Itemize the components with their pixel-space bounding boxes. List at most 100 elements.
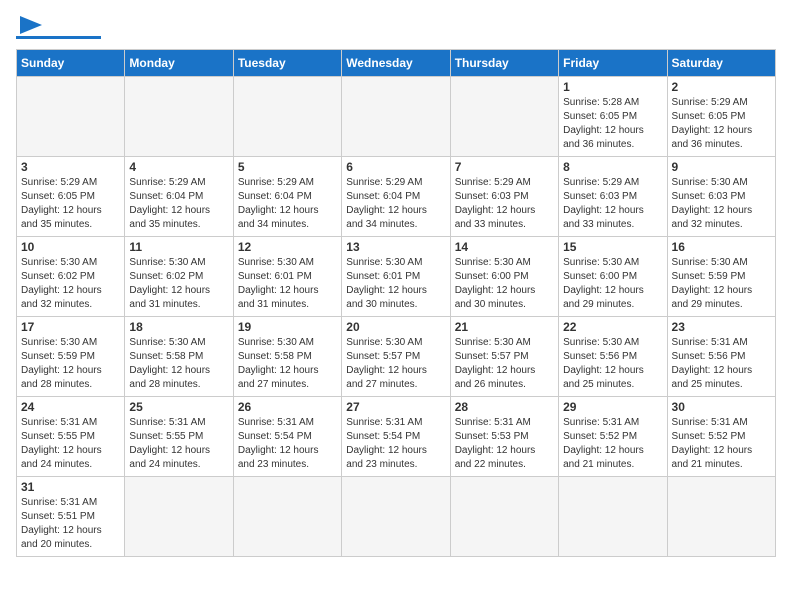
day-info: Sunrise: 5:30 AM Sunset: 6:03 PM Dayligh… xyxy=(672,176,771,232)
calendar-cell: 28 Sunrise: 5:31 AM Sunset: 5:53 PM Dayli… xyxy=(450,397,558,477)
day-info: Sunrise: 5:30 AM Sunset: 5:57 PM Dayligh… xyxy=(346,336,445,392)
day-number: 27 xyxy=(346,400,445,414)
day-number: 21 xyxy=(455,320,554,334)
day-number: 30 xyxy=(672,400,771,414)
calendar-cell: 12 Sunrise: 5:30 AM Sunset: 6:01 PM Dayli… xyxy=(233,237,341,317)
logo-icon xyxy=(20,16,42,34)
day-number: 19 xyxy=(238,320,337,334)
logo-underline xyxy=(16,36,101,39)
day-number: 23 xyxy=(672,320,771,334)
day-number: 13 xyxy=(346,240,445,254)
day-number: 29 xyxy=(563,400,662,414)
calendar-cell: 1 Sunrise: 5:28 AM Sunset: 6:05 PM Daylig… xyxy=(559,77,667,157)
calendar-cell xyxy=(125,77,233,157)
day-info: Sunrise: 5:31 AM Sunset: 5:55 PM Dayligh… xyxy=(21,416,120,472)
day-info: Sunrise: 5:30 AM Sunset: 5:59 PM Dayligh… xyxy=(672,256,771,312)
calendar-cell: 4 Sunrise: 5:29 AM Sunset: 6:04 PM Daylig… xyxy=(125,157,233,237)
weekday-header-wednesday: Wednesday xyxy=(342,50,450,77)
day-number: 22 xyxy=(563,320,662,334)
day-info: Sunrise: 5:30 AM Sunset: 5:58 PM Dayligh… xyxy=(129,336,228,392)
calendar-cell xyxy=(559,477,667,557)
day-info: Sunrise: 5:29 AM Sunset: 6:05 PM Dayligh… xyxy=(21,176,120,232)
calendar-cell: 7 Sunrise: 5:29 AM Sunset: 6:03 PM Daylig… xyxy=(450,157,558,237)
calendar-cell: 17 Sunrise: 5:30 AM Sunset: 5:59 PM Dayli… xyxy=(17,317,125,397)
calendar-cell xyxy=(342,77,450,157)
day-number: 17 xyxy=(21,320,120,334)
day-number: 10 xyxy=(21,240,120,254)
weekday-header-saturday: Saturday xyxy=(667,50,775,77)
calendar-cell xyxy=(342,477,450,557)
calendar-cell: 5Sunrise: 5:29 AM Sunset: 6:04 PM Daylig… xyxy=(233,157,341,237)
week-row-0: 1 Sunrise: 5:28 AM Sunset: 6:05 PM Daylig… xyxy=(17,77,776,157)
calendar: SundayMondayTuesdayWednesdayThursdayFrid… xyxy=(16,49,776,557)
day-info: Sunrise: 5:30 AM Sunset: 5:59 PM Dayligh… xyxy=(21,336,120,392)
calendar-cell: 26Sunrise: 5:31 AM Sunset: 5:54 PM Dayli… xyxy=(233,397,341,477)
day-info: Sunrise: 5:30 AM Sunset: 5:58 PM Dayligh… xyxy=(238,336,337,392)
day-info: Sunrise: 5:30 AM Sunset: 6:01 PM Dayligh… xyxy=(238,256,337,312)
day-info: Sunrise: 5:30 AM Sunset: 6:01 PM Dayligh… xyxy=(346,256,445,312)
day-info: Sunrise: 5:29 AM Sunset: 6:03 PM Dayligh… xyxy=(455,176,554,232)
day-number: 20 xyxy=(346,320,445,334)
day-number: 24 xyxy=(21,400,120,414)
logo xyxy=(16,16,101,39)
calendar-cell xyxy=(233,77,341,157)
calendar-cell: 20 Sunrise: 5:30 AM Sunset: 5:57 PM Dayli… xyxy=(342,317,450,397)
calendar-cell: 2Sunrise: 5:29 AM Sunset: 6:05 PM Daylig… xyxy=(667,77,775,157)
weekday-header-tuesday: Tuesday xyxy=(233,50,341,77)
day-number: 7 xyxy=(455,160,554,174)
day-info: Sunrise: 5:31 AM Sunset: 5:53 PM Dayligh… xyxy=(455,416,554,472)
calendar-cell: 24 Sunrise: 5:31 AM Sunset: 5:55 PM Dayli… xyxy=(17,397,125,477)
weekday-header-row: SundayMondayTuesdayWednesdayThursdayFrid… xyxy=(17,50,776,77)
day-number: 1 xyxy=(563,80,662,94)
day-number: 9 xyxy=(672,160,771,174)
calendar-cell xyxy=(667,477,775,557)
week-row-5: 31 Sunrise: 5:31 AM Sunset: 5:51 PM Dayli… xyxy=(17,477,776,557)
day-info: Sunrise: 5:30 AM Sunset: 5:56 PM Dayligh… xyxy=(563,336,662,392)
calendar-cell: 9 Sunrise: 5:30 AM Sunset: 6:03 PM Daylig… xyxy=(667,157,775,237)
week-row-2: 10 Sunrise: 5:30 AM Sunset: 6:02 PM Dayli… xyxy=(17,237,776,317)
day-info: Sunrise: 5:29 AM Sunset: 6:04 PM Dayligh… xyxy=(129,176,228,232)
day-number: 3 xyxy=(21,160,120,174)
calendar-cell: 29Sunrise: 5:31 AM Sunset: 5:52 PM Dayli… xyxy=(559,397,667,477)
day-number: 12 xyxy=(238,240,337,254)
week-row-3: 17 Sunrise: 5:30 AM Sunset: 5:59 PM Dayli… xyxy=(17,317,776,397)
calendar-cell: 22 Sunrise: 5:30 AM Sunset: 5:56 PM Dayli… xyxy=(559,317,667,397)
calendar-cell: 10Sunrise: 5:30 AM Sunset: 6:02 PM Dayli… xyxy=(17,237,125,317)
day-number: 4 xyxy=(129,160,228,174)
day-info: Sunrise: 5:29 AM Sunset: 6:05 PM Dayligh… xyxy=(672,96,771,152)
calendar-cell xyxy=(17,77,125,157)
weekday-header-sunday: Sunday xyxy=(17,50,125,77)
weekday-header-monday: Monday xyxy=(125,50,233,77)
week-row-1: 3 Sunrise: 5:29 AM Sunset: 6:05 PM Daylig… xyxy=(17,157,776,237)
day-number: 18 xyxy=(129,320,228,334)
calendar-cell xyxy=(450,77,558,157)
day-number: 5 xyxy=(238,160,337,174)
calendar-cell: 11Sunrise: 5:30 AM Sunset: 6:02 PM Dayli… xyxy=(125,237,233,317)
day-info: Sunrise: 5:30 AM Sunset: 6:02 PM Dayligh… xyxy=(129,256,228,312)
calendar-cell: 6Sunrise: 5:29 AM Sunset: 6:04 PM Daylig… xyxy=(342,157,450,237)
day-info: Sunrise: 5:31 AM Sunset: 5:56 PM Dayligh… xyxy=(672,336,771,392)
calendar-cell xyxy=(233,477,341,557)
page-header xyxy=(16,16,776,39)
day-info: Sunrise: 5:29 AM Sunset: 6:03 PM Dayligh… xyxy=(563,176,662,232)
calendar-cell: 8Sunrise: 5:29 AM Sunset: 6:03 PM Daylig… xyxy=(559,157,667,237)
day-info: Sunrise: 5:28 AM Sunset: 6:05 PM Dayligh… xyxy=(563,96,662,152)
day-number: 26 xyxy=(238,400,337,414)
calendar-cell: 19 Sunrise: 5:30 AM Sunset: 5:58 PM Dayli… xyxy=(233,317,341,397)
day-number: 28 xyxy=(455,400,554,414)
calendar-cell: 31 Sunrise: 5:31 AM Sunset: 5:51 PM Dayli… xyxy=(17,477,125,557)
calendar-cell xyxy=(450,477,558,557)
day-number: 31 xyxy=(21,480,120,494)
calendar-cell: 13 Sunrise: 5:30 AM Sunset: 6:01 PM Dayli… xyxy=(342,237,450,317)
day-number: 25 xyxy=(129,400,228,414)
day-info: Sunrise: 5:31 AM Sunset: 5:51 PM Dayligh… xyxy=(21,496,120,552)
weekday-header-thursday: Thursday xyxy=(450,50,558,77)
day-info: Sunrise: 5:30 AM Sunset: 6:00 PM Dayligh… xyxy=(455,256,554,312)
week-row-4: 24 Sunrise: 5:31 AM Sunset: 5:55 PM Dayli… xyxy=(17,397,776,477)
day-number: 14 xyxy=(455,240,554,254)
calendar-cell: 27Sunrise: 5:31 AM Sunset: 5:54 PM Dayli… xyxy=(342,397,450,477)
day-info: Sunrise: 5:30 AM Sunset: 5:57 PM Dayligh… xyxy=(455,336,554,392)
day-info: Sunrise: 5:31 AM Sunset: 5:55 PM Dayligh… xyxy=(129,416,228,472)
calendar-cell: 18 Sunrise: 5:30 AM Sunset: 5:58 PM Dayli… xyxy=(125,317,233,397)
calendar-cell: 25 Sunrise: 5:31 AM Sunset: 5:55 PM Dayli… xyxy=(125,397,233,477)
